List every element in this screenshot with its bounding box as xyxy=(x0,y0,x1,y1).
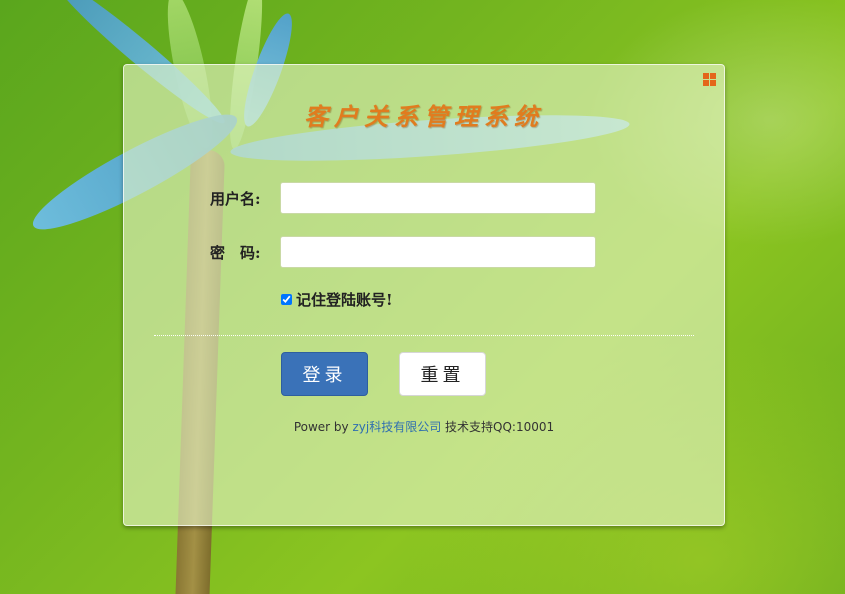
password-row: 密 码: xyxy=(210,235,596,269)
divider xyxy=(154,335,694,336)
footer: Power by zyj科技有限公司 技术支持QQ:10001 xyxy=(124,418,724,435)
remember-label[interactable]: 记住登陆账号! xyxy=(296,289,393,310)
remember-checkbox[interactable] xyxy=(281,294,292,305)
remember-row: 记住登陆账号! xyxy=(281,289,393,310)
grid-icon[interactable] xyxy=(703,73,716,86)
password-label: 密 码: xyxy=(210,243,261,262)
reset-button[interactable]: 重置 xyxy=(399,352,486,396)
username-label: 用户名: xyxy=(210,189,261,208)
username-row: 用户名: xyxy=(210,181,596,215)
login-panel: 客户关系管理系统 用户名: 密 码: 记住登陆账号! 登录 重置 Power b… xyxy=(123,64,725,526)
footer-prefix: Power by xyxy=(293,420,353,434)
password-input[interactable] xyxy=(280,236,596,268)
footer-support: 技术支持QQ:10001 xyxy=(441,420,555,434)
username-input[interactable] xyxy=(280,182,596,214)
app-title: 客户关系管理系统 xyxy=(304,102,544,131)
company-link[interactable]: zyj科技有限公司 xyxy=(352,420,441,434)
login-button[interactable]: 登录 xyxy=(281,352,368,396)
